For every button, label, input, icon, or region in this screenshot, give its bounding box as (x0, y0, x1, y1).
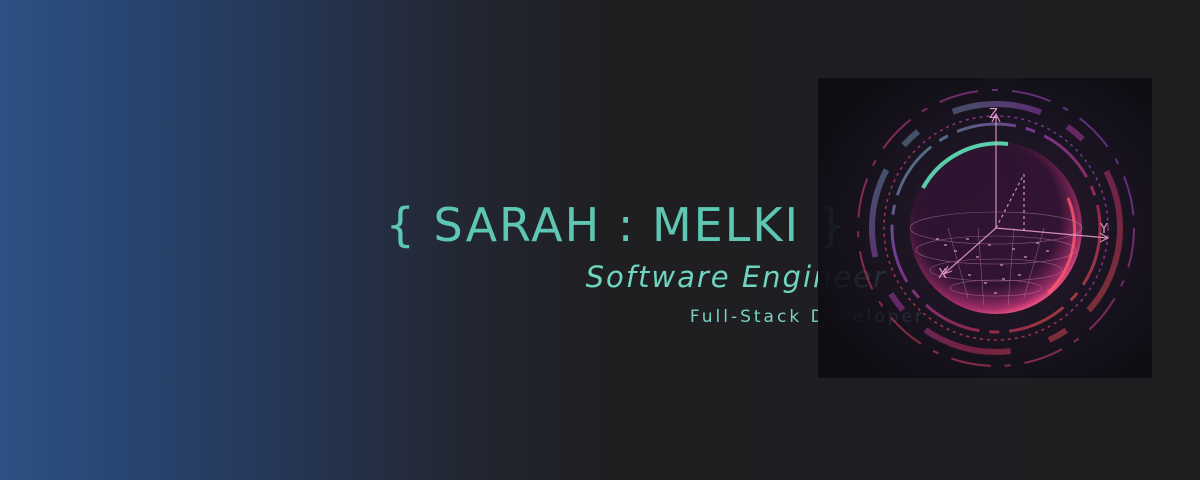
axis-z-label: Z (989, 107, 998, 122)
orb-icon: Z Y X (818, 78, 1152, 378)
axis-x-label: X (938, 267, 947, 282)
orb-illustration: Z Y X (818, 78, 1152, 378)
name-heading: { SARAH : MELKI } (386, 198, 848, 252)
header-banner: { SARAH : MELKI } Software Engineer Full… (0, 0, 1200, 480)
open-brace: { (385, 198, 417, 252)
name-separator: : (617, 198, 636, 252)
axis-y-label: Y (1099, 222, 1108, 237)
last-name: MELKI (651, 198, 801, 252)
first-name: SARAH (433, 198, 602, 252)
